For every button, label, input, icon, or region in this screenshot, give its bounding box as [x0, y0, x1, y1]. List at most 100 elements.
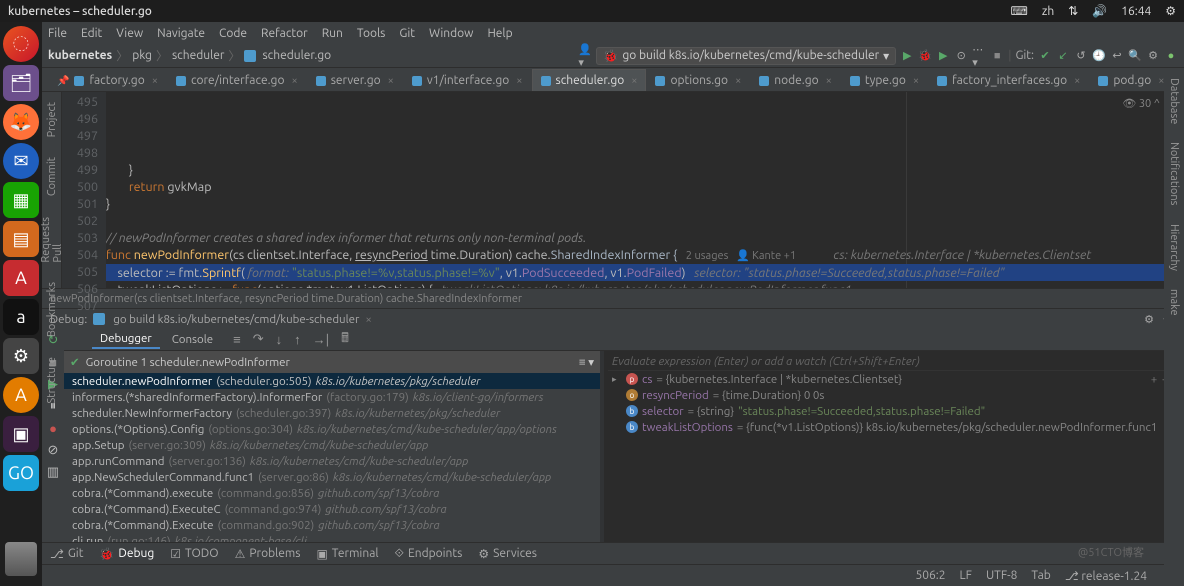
trash-icon[interactable]	[5, 542, 37, 576]
crumb-project[interactable]: kubernetes	[48, 49, 112, 62]
calc-icon[interactable]: ▦	[3, 182, 39, 218]
toolwin-terminal[interactable]: ▣Terminal	[316, 547, 378, 561]
goroutine-selector[interactable]: ✔ Goroutine 1 scheduler.newPodInformer ≡…	[64, 351, 600, 373]
variable-row[interactable]: b selector = {string} "status.phase!=Suc…	[608, 403, 1180, 419]
layout-icon[interactable]: ▥	[46, 465, 60, 479]
caret-position[interactable]: 506:2	[916, 569, 946, 582]
close-icon[interactable]: ×	[1074, 75, 1080, 87]
close-icon[interactable]: ×	[291, 75, 297, 87]
menu-view[interactable]: View	[116, 27, 143, 40]
tool-make[interactable]: make	[1168, 289, 1180, 316]
dash-icon[interactable]: ◌	[3, 26, 39, 62]
run-icon[interactable]: ▶	[900, 49, 914, 63]
close-icon[interactable]: ×	[913, 75, 919, 87]
git-push-icon[interactable]: ↙	[1056, 49, 1070, 63]
run-to-cursor-icon[interactable]: →|	[313, 332, 330, 347]
tool-pull-requests[interactable]: Pull Requests	[40, 217, 64, 263]
step-out-icon[interactable]: ↑	[294, 332, 301, 347]
debug-icon[interactable]: 🐞	[918, 49, 932, 63]
step-over-icon[interactable]: ↷	[253, 332, 264, 347]
close-icon[interactable]: ×	[826, 75, 832, 87]
stack-frame[interactable]: cobra.(*Command).execute (command.go:856…	[64, 485, 600, 501]
toolwin-endpoints[interactable]: ⟐Endpoints	[395, 547, 463, 561]
impress-icon[interactable]: ▤	[3, 221, 39, 257]
evaluate-icon[interactable]: 🖩	[341, 329, 349, 351]
crumb-dir[interactable]: scheduler	[172, 49, 224, 62]
tool-database[interactable]: Database	[1168, 78, 1180, 124]
stop-icon[interactable]: ■	[990, 49, 1004, 63]
evaluate-input[interactable]: Evaluate expression (Enter) or add a wat…	[608, 353, 1180, 371]
menu-file[interactable]: File	[48, 27, 67, 40]
close-icon[interactable]: ×	[152, 75, 158, 87]
mute-bp-icon[interactable]: ⊘	[46, 443, 60, 457]
stack-frame[interactable]: informers.(*sharedInformerFactory).Infor…	[64, 389, 600, 405]
attach-icon[interactable]: ⋯▾	[972, 49, 986, 63]
files-icon[interactable]: 🗂	[3, 65, 39, 101]
menu-run[interactable]: Run	[322, 27, 343, 40]
tab-type-go[interactable]: type.go×	[841, 69, 928, 91]
amazon-icon[interactable]: a	[3, 299, 39, 335]
ide-settings-icon[interactable]: ⚙	[1146, 49, 1160, 63]
stack-frame[interactable]: app.NewSchedulerCommand.func1 (server.go…	[64, 469, 600, 485]
toolwin-services[interactable]: ⚙Services	[478, 547, 537, 561]
menu-window[interactable]: Window	[429, 27, 473, 40]
menu-help[interactable]: Help	[487, 27, 512, 40]
debug-config[interactable]: go build k8s.io/kubernetes/cmd/kube-sche…	[113, 313, 359, 326]
indent[interactable]: Tab	[1031, 569, 1050, 582]
tab-debugger[interactable]: Debugger	[92, 330, 160, 349]
breakpoints-icon[interactable]: ●	[46, 421, 60, 435]
terminal-icon[interactable]: ▣	[3, 416, 39, 452]
variable-row[interactable]: ▸p cs = {kubernetes.Interface | *kuberne…	[608, 371, 1145, 387]
tab-pod-go[interactable]: pod.go×	[1089, 69, 1173, 91]
variable-row[interactable]: b tweakListOptions = {func(*v1.ListOptio…	[608, 419, 1180, 435]
stack-frame[interactable]: cobra.(*Command).ExecuteC (command.go:97…	[64, 501, 600, 517]
updater-icon[interactable]: A	[3, 377, 39, 413]
profiler-icon[interactable]: ⊙	[954, 49, 968, 63]
stack-frame[interactable]: scheduler.newPodInformer (scheduler.go:5…	[64, 373, 600, 389]
volume-icon[interactable]: 🔊	[1092, 4, 1107, 18]
close-icon[interactable]: ×	[631, 75, 637, 87]
tab-server-go[interactable]: server.go×	[307, 69, 403, 91]
tool-bookmarks[interactable]: Bookmarks	[46, 282, 58, 337]
stack-frame[interactable]: app.runCommand (server.go:136) k8s.io/ku…	[64, 453, 600, 469]
firefox-icon[interactable]: 🦊	[3, 104, 39, 140]
menu-edit[interactable]: Edit	[81, 27, 102, 40]
tool-project[interactable]: Project	[46, 102, 58, 137]
toolwin-problems[interactable]: ⚠Problems	[235, 547, 301, 561]
user-icon[interactable]: 👤▾	[578, 49, 592, 63]
reader-mode-indicator[interactable]: 👁 30 ^	[1122, 96, 1160, 113]
network-icon[interactable]: ⇅	[1068, 4, 1078, 18]
system-menu-icon[interactable]: ⚙	[1165, 4, 1176, 18]
tab-factory_interfaces-go[interactable]: factory_interfaces.go×	[928, 69, 1089, 91]
line-ending[interactable]: LF	[960, 569, 972, 582]
add-watch-icon[interactable]: +	[1151, 373, 1158, 386]
tool-structure[interactable]: Structure	[46, 357, 58, 404]
close-icon[interactable]: ×	[516, 75, 522, 87]
close-icon[interactable]: ×	[388, 75, 394, 87]
software-icon[interactable]: A	[3, 260, 39, 296]
crumb-pkg[interactable]: pkg	[132, 49, 152, 62]
menu-refactor[interactable]: Refactor	[261, 27, 308, 40]
goland-icon[interactable]: GO	[3, 455, 39, 491]
settings-icon[interactable]: ⚙	[3, 338, 39, 374]
tab-options-go[interactable]: options.go×	[646, 69, 750, 91]
tab-v1-interface-go[interactable]: v1/interface.go×	[403, 69, 532, 91]
keyboard-icon[interactable]: ⌨	[1010, 4, 1027, 18]
tool-commit[interactable]: Commit	[46, 157, 58, 196]
menu-code[interactable]: Code	[219, 27, 247, 40]
stack-frame[interactable]: cli.run (run.go:146) k8s.io/component-ba…	[64, 533, 600, 542]
threads-icon[interactable]: ≡	[233, 332, 241, 347]
tab-factory-go[interactable]: 📌factory.go×	[48, 69, 167, 91]
tab-scheduler-go[interactable]: scheduler.go×	[532, 69, 647, 91]
toolwin-todo[interactable]: ☑TODO	[170, 547, 218, 561]
git-history-icon[interactable]: 🕘	[1092, 49, 1106, 63]
tab-console[interactable]: Console	[164, 331, 221, 348]
variable-row[interactable]: o resyncPeriod = {time.Duration} 0 0s	[608, 387, 1145, 403]
stack-frame[interactable]: options.(*Options).Config (options.go:30…	[64, 421, 600, 437]
toolwin-git[interactable]: ⎇Git	[50, 547, 83, 561]
debug-settings-icon[interactable]: ⚙	[1142, 312, 1156, 326]
menu-tools[interactable]: Tools	[357, 27, 386, 40]
search-icon[interactable]: 🔍	[1128, 49, 1142, 63]
toolwin-debug[interactable]: 🐞Debug	[99, 547, 154, 561]
editor-breadcrumb[interactable]: newPodInformer(cs clientset.Interface, r…	[42, 288, 1184, 308]
